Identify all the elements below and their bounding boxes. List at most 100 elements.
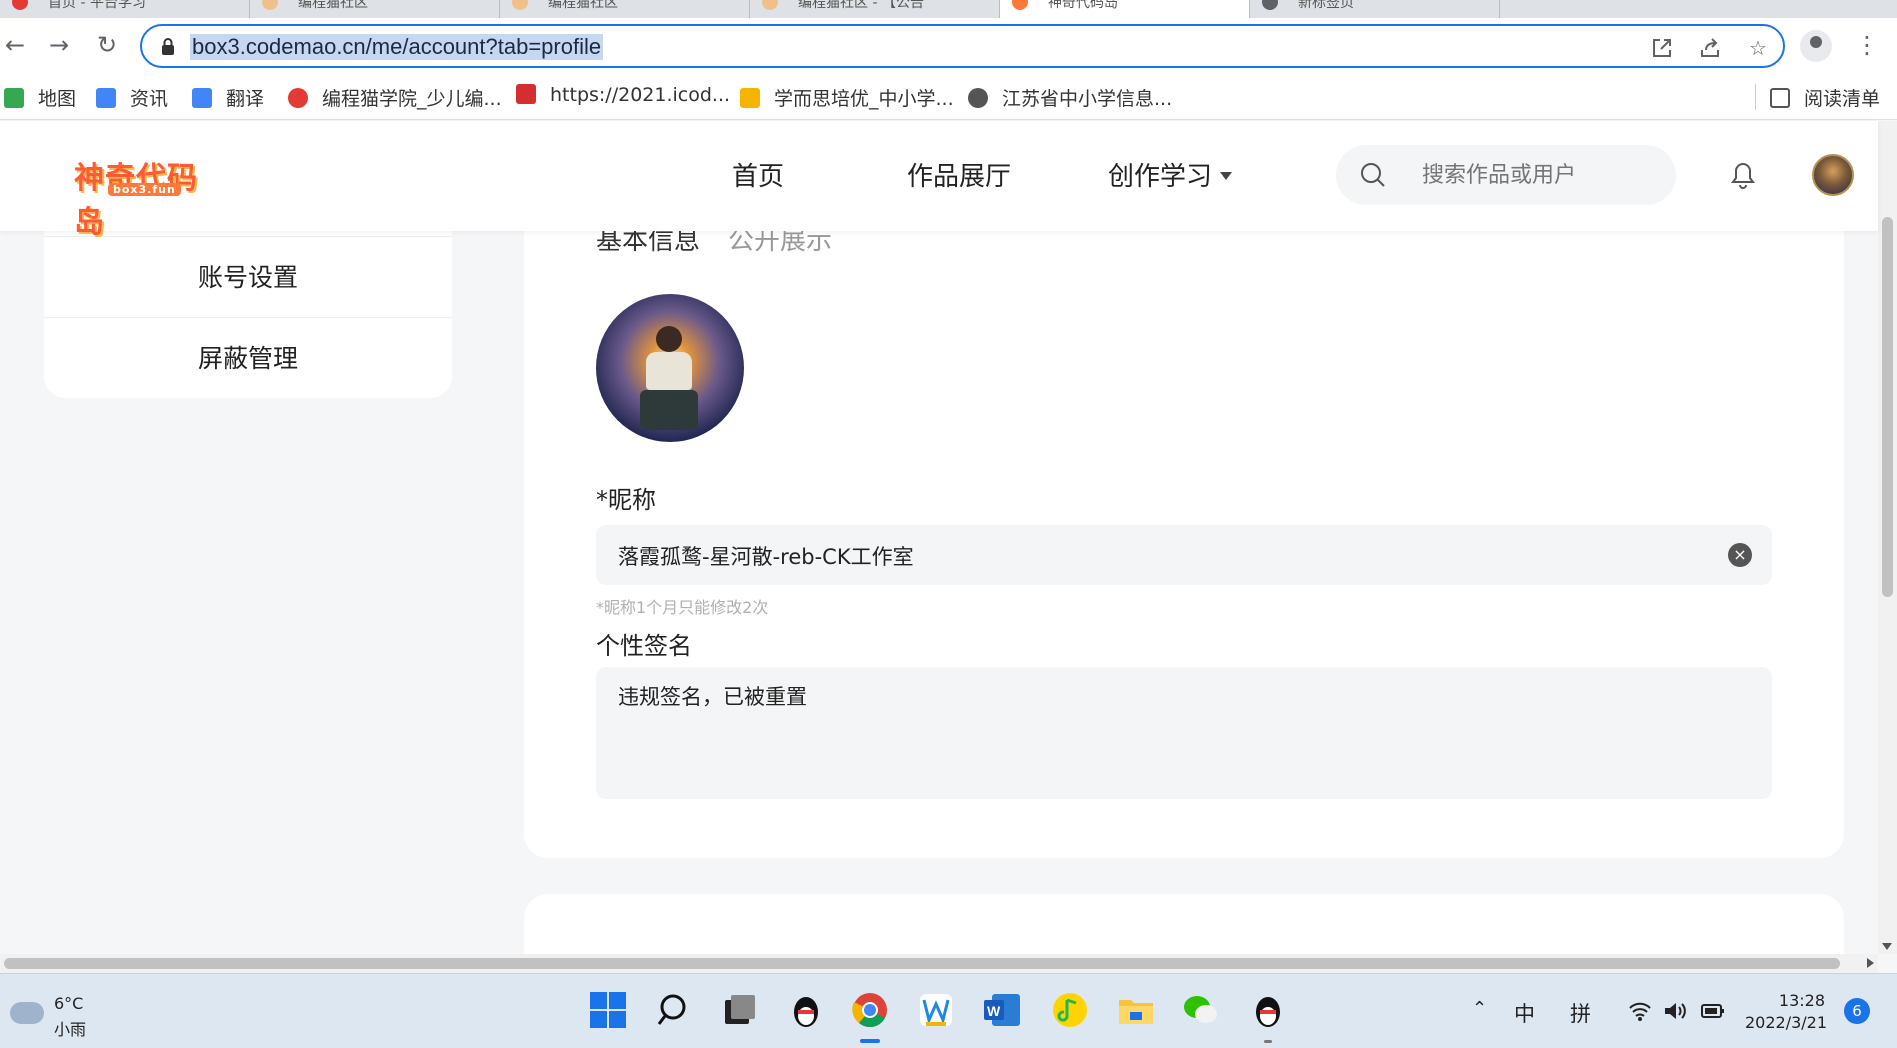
avatar-figure (656, 326, 682, 352)
scroll-down-icon[interactable] (1882, 943, 1892, 950)
bookmarks-bar: 地图 资讯 翻译 编程猫学院_少儿编... https://2021.icod.… (0, 74, 1897, 120)
tab-favicon-icon (1262, 0, 1278, 10)
profile-avatar[interactable] (596, 294, 744, 442)
bookmark-label: 翻译 (226, 88, 265, 110)
site-header: 神奇代码岛 box3.fun 首页 作品展厅 创作学习 (0, 121, 1878, 240)
user-avatar[interactable] (1812, 154, 1854, 196)
translate-icon (192, 88, 212, 108)
reading-list-label: 阅读清单 (1804, 88, 1881, 110)
lock-icon[interactable] (160, 37, 176, 55)
system-clock[interactable]: 13:28 2022/3/21 (1745, 990, 1827, 1034)
tab-label: 神奇代码岛 (1048, 0, 1118, 11)
next-section-card (524, 894, 1844, 954)
sidebar-item-account-settings[interactable]: 账号设置 (44, 236, 452, 318)
forward-arrow-icon[interactable]: → (44, 30, 74, 60)
nickname-value[interactable]: 落霞孤鹜-星河散-reb-CK工作室 (618, 541, 914, 571)
task-view-icon[interactable] (720, 990, 760, 1030)
signature-value[interactable]: 违规签名，已被重置 (618, 681, 807, 711)
bookmark-label: https://2021.icod... (550, 84, 731, 106)
signature-field[interactable]: 违规签名，已被重置 (596, 667, 1772, 799)
browser-tab[interactable]: 编程猫社区 (250, 0, 500, 18)
bookmark-item[interactable]: 学而思培优_中小学... (740, 84, 954, 111)
horizontal-scrollbar[interactable] (0, 954, 1878, 973)
qq-music-icon[interactable] (1050, 990, 1090, 1030)
browser-tab[interactable]: 首页 - 平台学习 (0, 0, 250, 18)
scrollbar-thumb[interactable] (1882, 217, 1893, 597)
tab-label: 编程猫社区 (548, 0, 618, 11)
reading-list-icon (1770, 88, 1790, 108)
avatar-figure (640, 390, 698, 430)
windows-taskbar: 6°C 小雨 W ⌃ 中 拼 13:28 2022/3/21 6 (0, 973, 1897, 1048)
search-input[interactable] (1422, 159, 1652, 191)
news-icon (96, 88, 116, 108)
bookmark-item[interactable]: 地图 (4, 84, 76, 111)
browser-profile-icon[interactable] (1800, 30, 1832, 62)
ime-language[interactable]: 中 (1514, 998, 1535, 1028)
browser-tab[interactable]: 新标签页 (1250, 0, 1500, 18)
browser-toolbar: ← → ↻ box3.codemao.cn/me/account?tab=pro… (0, 18, 1897, 74)
battery-icon[interactable] (1700, 1000, 1726, 1022)
reading-list-button[interactable]: 阅读清单 (1770, 84, 1880, 111)
bookmark-item[interactable]: 编程猫学院_少儿编... (288, 84, 502, 111)
browser-tab[interactable]: 编程猫社区 - 【公告 (750, 0, 1000, 18)
search-icon[interactable] (1360, 162, 1386, 188)
bookmark-item[interactable]: 资讯 (96, 84, 168, 111)
site-logo[interactable]: 神奇代码岛 box3.fun (74, 153, 216, 240)
notification-badge[interactable]: 6 (1844, 998, 1870, 1024)
volume-icon[interactable] (1662, 1000, 1688, 1022)
tab-favicon-icon (762, 0, 778, 10)
word-icon[interactable]: W (982, 990, 1022, 1030)
bell-icon[interactable] (1727, 157, 1759, 191)
tab-label: 新标签页 (1298, 0, 1354, 11)
site-search[interactable] (1336, 145, 1676, 205)
nickname-label: *昵称 (596, 486, 656, 514)
bookmarks-divider (1755, 84, 1756, 110)
sidebar-item-block-management[interactable]: 屏蔽管理 (44, 318, 452, 400)
vertical-scrollbar[interactable] (1878, 121, 1897, 954)
show-hidden-icons[interactable]: ⌃ (1472, 998, 1487, 1019)
search-icon[interactable] (655, 990, 695, 1030)
bookmark-item[interactable]: 江苏省中小学信息... (968, 84, 1172, 111)
reload-icon[interactable]: ↻ (92, 30, 122, 60)
browser-menu-icon[interactable]: ⋮ (1855, 28, 1879, 62)
wechat-icon[interactable] (1181, 990, 1221, 1030)
tab-favicon-icon (12, 0, 28, 10)
chrome-icon[interactable] (850, 990, 890, 1030)
ime-mode[interactable]: 拼 (1570, 998, 1591, 1028)
file-explorer-icon[interactable] (1116, 990, 1156, 1030)
tab-label: 首页 - 平台学习 (48, 0, 146, 11)
star-bookmark-icon[interactable]: ☆ (1746, 36, 1770, 60)
tab-favicon-icon (1012, 0, 1028, 10)
share-icon[interactable] (1698, 36, 1722, 60)
weather-temp: 6°C (54, 994, 84, 1013)
tab-favicon-icon (512, 0, 528, 10)
bookmark-item[interactable]: https://2021.icod... (516, 84, 730, 106)
wifi-icon[interactable] (1628, 1000, 1652, 1022)
nav-learn[interactable]: 创作学习 (1108, 156, 1233, 193)
scrollbar-thumb[interactable] (4, 958, 1840, 969)
url-text[interactable]: box3.codemao.cn/me/account?tab=profile (190, 34, 604, 60)
bookmark-label: 学而思培优_中小学... (774, 88, 954, 110)
browser-tab-active[interactable]: 神奇代码岛 (1000, 0, 1250, 18)
nav-learn-label: 创作学习 (1108, 162, 1213, 192)
qq-icon[interactable] (786, 990, 826, 1030)
weather-condition: 小雨 (54, 1020, 87, 1039)
wps-icon[interactable] (916, 990, 956, 1030)
bookmark-label: 江苏省中小学信息... (1002, 88, 1173, 110)
address-bar[interactable]: box3.codemao.cn/me/account?tab=profile ☆ (140, 24, 1785, 68)
open-external-icon[interactable] (1650, 36, 1674, 60)
bookmark-label: 资讯 (130, 88, 169, 110)
nav-home[interactable]: 首页 (732, 156, 784, 193)
scroll-right-icon[interactable] (1867, 958, 1874, 968)
windows-start-icon[interactable] (588, 990, 628, 1030)
nav-gallery[interactable]: 作品展厅 (907, 156, 1011, 193)
qq-icon[interactable] (1248, 990, 1288, 1030)
nickname-field[interactable]: 落霞孤鹜-星河散-reb-CK工作室 × (596, 525, 1772, 585)
tab-label: 编程猫社区 - 【公告 (798, 0, 924, 11)
bookmark-item[interactable]: 翻译 (192, 84, 264, 111)
clear-icon[interactable]: × (1728, 543, 1752, 567)
profile-card: 基本信息 公开展示 *昵称 落霞孤鹜-星河散-reb-CK工作室 × *昵称1个月… (524, 170, 1844, 858)
back-arrow-icon[interactable]: ← (0, 30, 30, 60)
browser-tab[interactable]: 编程猫社区 (500, 0, 750, 18)
weather-widget[interactable]: 6°C 小雨 (10, 994, 120, 1039)
